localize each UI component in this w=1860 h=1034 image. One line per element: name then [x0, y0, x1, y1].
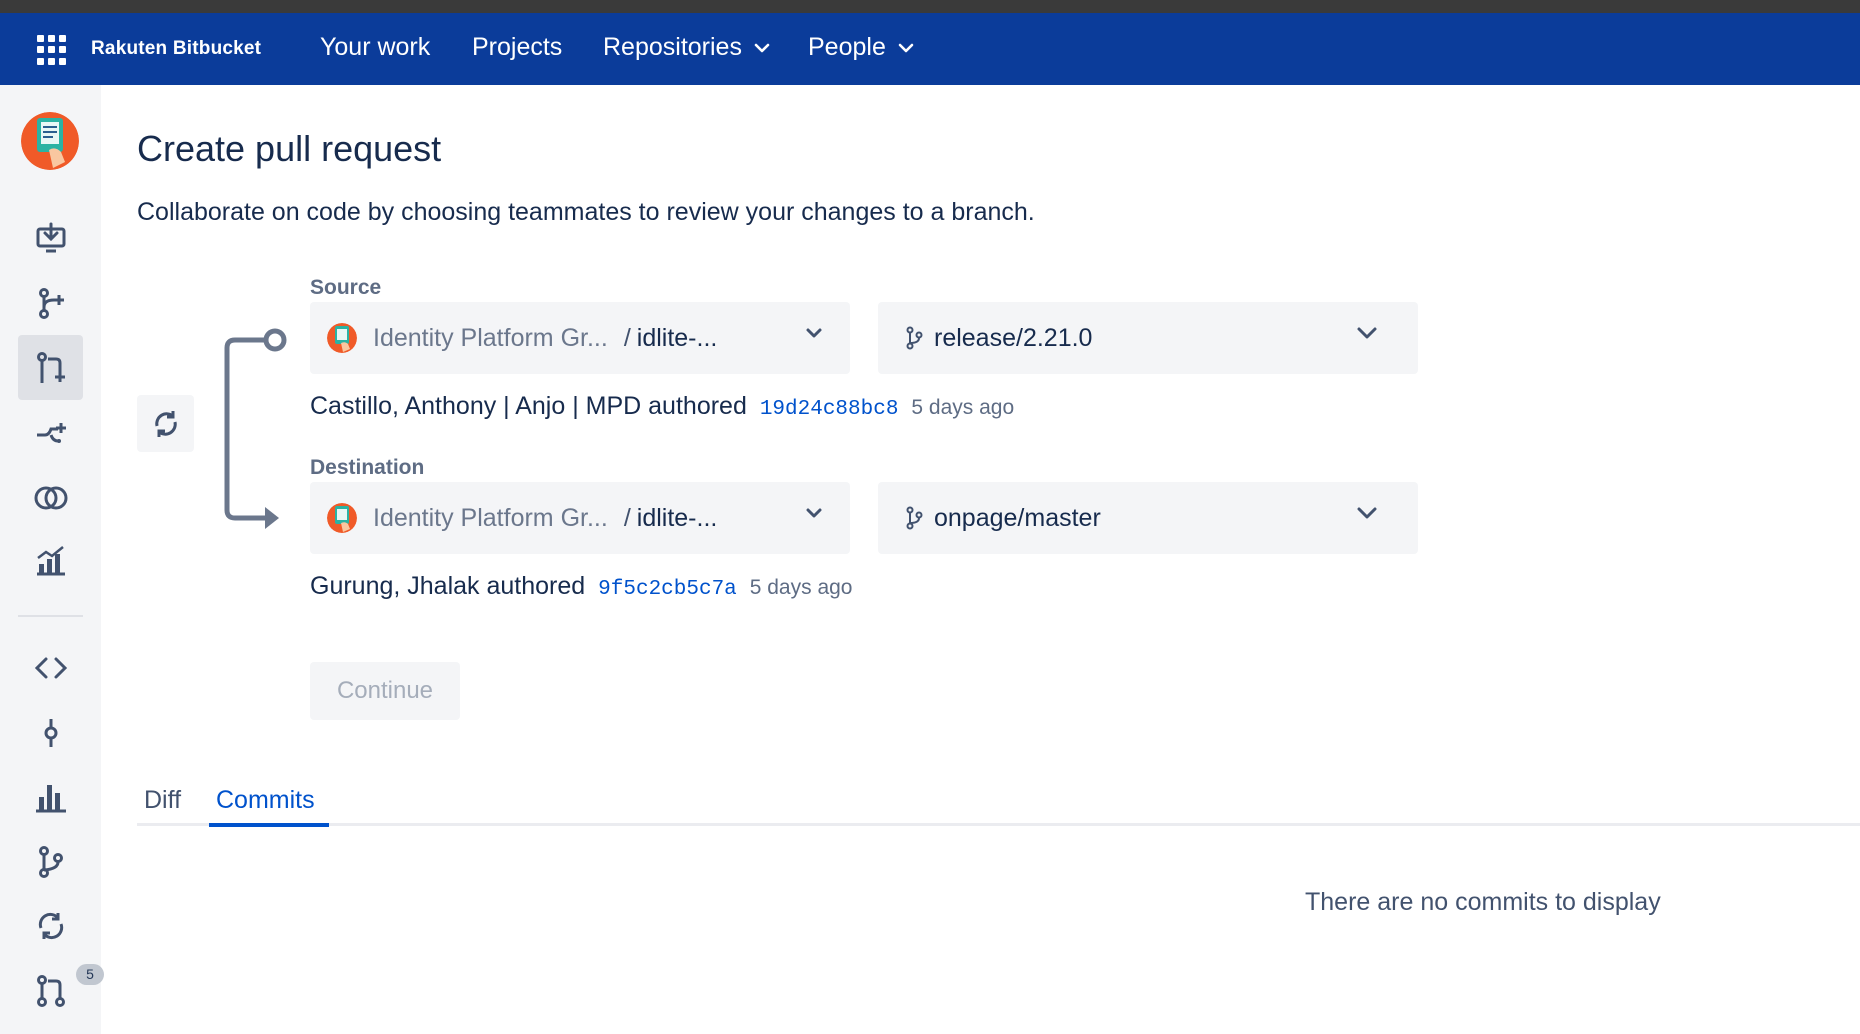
source-branch-select[interactable]: release/2.21.0 — [878, 302, 1418, 374]
path-separator: / — [623, 503, 631, 532]
destination-label: Destination — [310, 456, 425, 479]
app-switcher-icon[interactable] — [37, 35, 67, 65]
source-commit-hash[interactable]: 19d24c88bc8 — [760, 398, 899, 421]
pull-requests-icon[interactable]: 5 — [18, 958, 104, 1023]
tab-commits[interactable]: Commits — [216, 786, 315, 815]
continue-button[interactable]: Continue — [310, 662, 460, 720]
branches-icon[interactable] — [18, 829, 83, 894]
source-commit-time: 5 days ago — [911, 396, 1015, 419]
source-repository-name: idlite-... — [636, 323, 718, 352]
nav-your-work-label: Your work — [320, 33, 431, 61]
active-tab-indicator — [209, 823, 329, 827]
destination-project-name: Identity Platform Gr... — [373, 503, 608, 532]
chevron-down-icon — [806, 328, 822, 338]
source-label: Source — [310, 276, 382, 299]
source-branch-name: release/2.21.0 — [934, 323, 1093, 352]
compare-icon[interactable] — [18, 465, 83, 530]
destination-commit-time: 5 days ago — [749, 576, 853, 599]
chevron-down-icon — [806, 508, 822, 518]
repository-avatar[interactable] — [21, 112, 79, 170]
destination-commit-author: Gurung, Jhalak — [310, 572, 480, 600]
source-commit-info: Castillo, Anthony | Anjo | MPD authored … — [310, 392, 1014, 421]
nav-people-label: People — [808, 33, 886, 61]
destination-commit-info: Gurung, Jhalak authored 9f5c2cb5c7a 5 da… — [310, 572, 852, 601]
page-subtitle: Collaborate on code by choosing teammate… — [137, 198, 1035, 226]
source-project-name: Identity Platform Gr... — [373, 323, 608, 352]
sidebar-divider — [18, 615, 83, 617]
nav-projects-label: Projects — [472, 33, 563, 61]
branch-icon — [906, 506, 923, 530]
source-to-destination-connector — [224, 328, 287, 529]
chevron-down-icon — [754, 43, 770, 52]
source-repository-select[interactable]: Identity Platform Gr... / idlite-... — [310, 302, 850, 374]
create-branch-icon[interactable] — [18, 270, 83, 335]
top-navigation: Rakuten Bitbucket Your work Projects Rep… — [0, 13, 1860, 85]
authored-text: authored — [486, 572, 586, 600]
insights-icon[interactable] — [18, 530, 83, 590]
swap-icon — [154, 410, 177, 437]
reports-icon[interactable] — [18, 764, 83, 829]
repository-icon — [327, 503, 357, 533]
brand-logo[interactable]: Rakuten Bitbucket — [91, 38, 261, 60]
swap-branches-button[interactable] — [137, 395, 194, 452]
chevron-down-icon — [1357, 507, 1377, 519]
create-pull-request-icon[interactable] — [18, 335, 83, 400]
repository-icon — [327, 323, 357, 353]
nav-people[interactable]: People — [808, 33, 914, 62]
destination-repository-select[interactable]: Identity Platform Gr... / idlite-... — [310, 482, 850, 554]
browser-top-strip — [0, 0, 1860, 13]
create-fork-icon[interactable] — [18, 400, 83, 465]
nav-repositories[interactable]: Repositories — [603, 33, 770, 62]
nav-your-work[interactable]: Your work — [320, 33, 430, 62]
source-icon[interactable] — [18, 635, 83, 700]
chevron-down-icon — [898, 43, 914, 52]
destination-repository-name: idlite-... — [636, 503, 718, 532]
branch-icon — [906, 326, 923, 350]
authored-text: authored — [648, 392, 747, 420]
nav-projects[interactable]: Projects — [472, 33, 562, 62]
destination-commit-hash[interactable]: 9f5c2cb5c7a — [598, 578, 737, 601]
empty-commits-message: There are no commits to display — [1305, 888, 1661, 916]
tabs-divider — [137, 823, 1860, 826]
tab-diff[interactable]: Diff — [144, 786, 181, 815]
destination-branch-select[interactable]: onpage/master — [878, 482, 1418, 554]
page-title: Create pull request — [137, 128, 442, 169]
nav-repositories-label: Repositories — [603, 33, 742, 61]
commits-icon[interactable] — [18, 700, 83, 765]
chevron-down-icon — [1357, 327, 1377, 339]
pull-requests-count-badge: 5 — [76, 964, 104, 985]
path-separator: / — [623, 323, 631, 352]
sync-icon[interactable] — [18, 893, 83, 958]
destination-branch-name: onpage/master — [934, 503, 1101, 532]
source-commit-author: Castillo, Anthony | Anjo | MPD — [310, 392, 642, 420]
clone-icon[interactable] — [18, 205, 83, 270]
